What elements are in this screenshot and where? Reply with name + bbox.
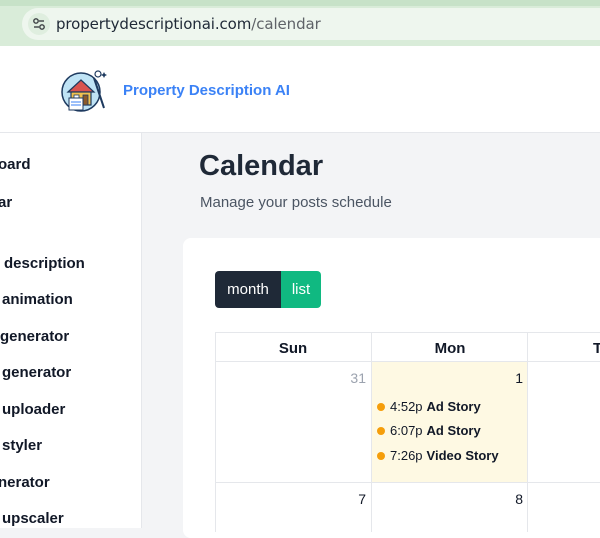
calendar-grid: Sun Mon T 31 1 4:52p Ad Story 6:07p Ad S… bbox=[215, 332, 600, 532]
url-domain: propertydescriptionai.com bbox=[56, 15, 252, 33]
day-number-1[interactable]: 1 bbox=[493, 370, 523, 386]
weekday-header-mon: Mon bbox=[434, 340, 466, 357]
event-title: Ad Story bbox=[426, 423, 481, 438]
grid-line bbox=[215, 332, 216, 532]
list-view-button[interactable]: list bbox=[281, 271, 321, 308]
page-subtitle: Manage your posts schedule bbox=[200, 194, 392, 211]
sidebar-item-generator-3[interactable]: nerator bbox=[0, 474, 50, 491]
calendar-event[interactable]: 4:52p Ad Story bbox=[377, 399, 481, 414]
sidebar-item-generator-2[interactable]: generator bbox=[2, 364, 71, 381]
calendar-event[interactable]: 7:26p Video Story bbox=[377, 448, 499, 463]
sidebar-item-generator-1[interactable]: generator bbox=[0, 328, 69, 345]
sidebar-item-calendar[interactable]: ar bbox=[0, 194, 12, 211]
event-title: Ad Story bbox=[426, 399, 481, 414]
event-time: 4:52p bbox=[390, 399, 423, 414]
event-dot-icon bbox=[377, 402, 385, 411]
event-time: 6:07p bbox=[390, 423, 423, 438]
url-text[interactable]: propertydescriptionai.com/calendar bbox=[56, 15, 321, 33]
day-number-8[interactable]: 8 bbox=[493, 491, 523, 507]
url-path: /calendar bbox=[251, 15, 321, 33]
calendar-event[interactable]: 6:07p Ad Story bbox=[377, 423, 481, 438]
day-number-31[interactable]: 31 bbox=[336, 370, 366, 386]
sidebar-item-dashboard[interactable]: oard bbox=[0, 156, 31, 173]
month-view-button[interactable]: month bbox=[215, 271, 281, 308]
browser-tab-strip bbox=[0, 0, 600, 6]
weekday-header-tue: T bbox=[593, 340, 600, 357]
browser-toolbar: propertydescriptionai.com/calendar bbox=[0, 0, 600, 46]
grid-line bbox=[371, 332, 372, 532]
grid-line bbox=[527, 332, 528, 532]
event-dot-icon bbox=[377, 451, 385, 460]
app-header: Property Description AI bbox=[0, 46, 600, 133]
grid-line bbox=[215, 361, 600, 362]
sidebar-item-description[interactable]: description bbox=[4, 255, 85, 272]
event-dot-icon bbox=[377, 426, 385, 435]
event-time: 7:26p bbox=[390, 448, 423, 463]
brand-name[interactable]: Property Description AI bbox=[123, 82, 290, 99]
sidebar: oard ar description animation generator … bbox=[0, 133, 142, 528]
sidebar-item-uploader[interactable]: uploader bbox=[2, 401, 65, 418]
page-title: Calendar bbox=[199, 150, 324, 182]
grid-line bbox=[215, 332, 600, 333]
sidebar-item-upscaler[interactable]: upscaler bbox=[2, 510, 64, 527]
day-number-7[interactable]: 7 bbox=[336, 491, 366, 507]
site-info-icon[interactable] bbox=[28, 13, 50, 35]
house-logo-icon[interactable] bbox=[60, 68, 110, 114]
event-title: Video Story bbox=[426, 448, 499, 463]
sidebar-item-animation[interactable]: animation bbox=[2, 291, 73, 308]
sidebar-item-styler[interactable]: styler bbox=[2, 437, 42, 454]
weekday-header-sun: Sun bbox=[278, 340, 308, 357]
grid-line bbox=[215, 482, 600, 483]
